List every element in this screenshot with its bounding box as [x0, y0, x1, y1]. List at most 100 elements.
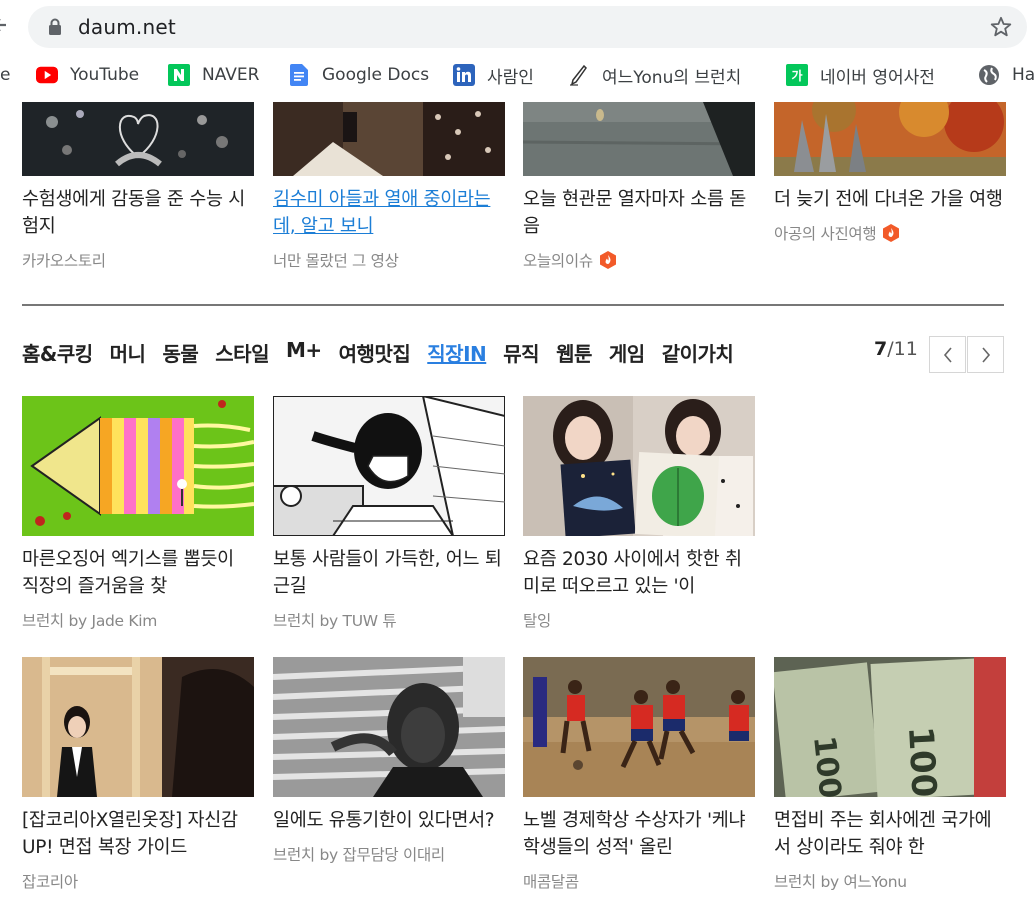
source-label: 브런치 by 잡무담당 이대리: [273, 846, 445, 864]
card-title[interactable]: 보통 사람들이 가득한, 어느 퇴근길: [273, 546, 505, 600]
card-title[interactable]: 김수미 아들과 열애 중이라는데, 알고 보니: [273, 186, 505, 240]
news-card[interactable]: 노벨 경제학상 수상자가 '케냐 학생들의 성적' 올린 매콤달콤: [523, 657, 755, 892]
url-text: daum.net: [78, 15, 176, 39]
news-card[interactable]: 10000 10000 면접비 주는 회사에겐 국가에서 상이라도 줘야 한 브…: [774, 657, 1006, 892]
card-thumbnail: [273, 396, 505, 536]
bookmark-label: 사람인: [487, 67, 534, 88]
card-thumbnail: [22, 102, 254, 176]
naver-dict-icon: 가: [786, 64, 808, 86]
lock-icon: [49, 18, 61, 35]
daum-content: 수험생에게 감동을 준 수능 시험지 카카오스토리 김수미 아들과 열애 중이라…: [0, 102, 1034, 912]
card-thumbnail: [774, 102, 1006, 176]
hot-badge-icon: [883, 224, 900, 242]
card-title[interactable]: [잡코리아X열린옷장] 자신감 UP! 면접 복장 가이드: [22, 807, 254, 861]
card-title[interactable]: 더 늦기 전에 다녀온 가을 여행: [774, 186, 1006, 213]
source-label: 브런치 by 여느Yonu: [774, 873, 907, 891]
youtube-icon: [36, 64, 58, 86]
bookmark-saramin[interactable]: 사람인: [453, 58, 534, 92]
tab-together-value[interactable]: 같이가치: [662, 338, 734, 368]
bookmarks-bar: e YouTube NAVER Google Docs 사람인 여느Yonu의 …: [0, 58, 1034, 92]
news-card[interactable]: 오늘 현관문 열자마자 소름 돋음 오늘의이슈: [523, 102, 755, 271]
tab-money[interactable]: 머니: [110, 338, 146, 368]
card-title[interactable]: 요즘 2030 사이에서 핫한 취미로 떠오르고 있는 '이: [523, 546, 755, 600]
card-thumbnail: [273, 657, 505, 797]
source-label: 매콤달콤: [523, 873, 579, 891]
page-indicator: 7/11: [874, 338, 918, 360]
bookmark-brunch[interactable]: 여느Yonu의 브런치: [568, 58, 741, 92]
news-card[interactable]: 김수미 아들과 열애 중이라는데, 알고 보니 너만 몰랐던 그 영상: [273, 102, 505, 271]
bookmark-star-icon[interactable]: [989, 15, 1013, 39]
address-bar[interactable]: daum.net: [28, 6, 1027, 48]
tab-style[interactable]: 스타일: [215, 338, 269, 368]
news-card[interactable]: 일에도 유통기한이 있다면서? 브런치 by 잡무담당 이대리: [273, 657, 505, 865]
chevron-right-icon: [981, 346, 990, 363]
card-title[interactable]: 노벨 경제학상 수상자가 '케냐 학생들의 성적' 올린: [523, 807, 755, 861]
browser-chrome: daum.net e YouTube NAVER Google Docs 사람인…: [0, 0, 1034, 102]
bookmark-ha[interactable]: Ha: [978, 58, 1034, 92]
card-source: 오늘의이슈: [523, 249, 755, 271]
card-source: 잡코리아: [22, 870, 254, 892]
news-card[interactable]: 수험생에게 감동을 준 수능 시험지 카카오스토리: [22, 102, 254, 271]
card-source: 브런치 by 잡무담당 이대리: [273, 843, 505, 865]
tab-animals[interactable]: 동물: [162, 338, 198, 368]
tab-webtoon[interactable]: 웹툰: [556, 338, 592, 368]
hot-badge-icon: [599, 251, 616, 269]
prev-page-button[interactable]: [929, 336, 966, 373]
bookmark-label: 여느Yonu의 브런치: [602, 67, 742, 88]
card-source: 브런치 by 여느Yonu: [774, 870, 1006, 892]
tab-music[interactable]: 뮤직: [503, 338, 539, 368]
section-divider: [22, 304, 1004, 306]
bookmark-naver[interactable]: NAVER: [168, 58, 259, 92]
money-numeral: 10000: [900, 725, 946, 797]
next-page-button[interactable]: [967, 336, 1004, 373]
source-label: 브런치 by Jade Kim: [22, 612, 158, 630]
bookmark-google-docs[interactable]: Google Docs: [288, 58, 429, 92]
card-title[interactable]: 마른오징어 엑기스를 뽑듯이 직장의 즐거움을 찾: [22, 546, 254, 600]
card-source: 아공의 사진여행: [774, 222, 1006, 244]
card-thumbnail: 10000 10000: [774, 657, 1006, 797]
news-card[interactable]: [잡코리아X열린옷장] 자신감 UP! 면접 복장 가이드 잡코리아: [22, 657, 254, 892]
naver-icon: [168, 64, 190, 86]
card-title[interactable]: 수험생에게 감동을 준 수능 시험지: [22, 186, 254, 240]
tab-travel-food[interactable]: 여행맛집: [339, 338, 411, 368]
tab-work-in[interactable]: 직장IN: [427, 338, 486, 368]
card-thumbnail: [523, 102, 755, 176]
back-arrow-icon[interactable]: [0, 12, 8, 38]
card-title[interactable]: 오늘 현관문 열자마자 소름 돋음: [523, 186, 755, 240]
bookmark-label: Google Docs: [322, 65, 430, 85]
source-label: 브런치 by TUW 튜: [273, 612, 397, 630]
card-source: 매콤달콤: [523, 870, 755, 892]
card-thumbnail: [523, 657, 755, 797]
news-card[interactable]: 마른오징어 엑기스를 뽑듯이 직장의 즐거움을 찾 브런치 by Jade Ki…: [22, 396, 254, 631]
tab-game[interactable]: 게임: [609, 338, 645, 368]
card-source: 카카오스토리: [22, 249, 254, 271]
card-thumbnail: [273, 102, 505, 176]
source-label: 아공의 사진여행: [774, 225, 877, 243]
brunch-pen-icon: [568, 64, 590, 86]
news-card[interactable]: 더 늦기 전에 다녀온 가을 여행 아공의 사진여행: [774, 102, 1006, 244]
card-title[interactable]: 일에도 유통기한이 있다면서?: [273, 807, 505, 834]
bookmark-label: Ha: [1012, 65, 1034, 85]
source-label: 카카오스토리: [22, 252, 106, 270]
bookmark-label: 네이버 영어사전: [820, 67, 935, 88]
tab-m-plus[interactable]: M+: [286, 338, 322, 368]
news-card[interactable]: 보통 사람들이 가득한, 어느 퇴근길 브런치 by TUW 튜: [273, 396, 505, 631]
source-label: 너만 몰랐던 그 영상: [273, 252, 399, 270]
linkedin-icon: [453, 64, 475, 86]
news-card[interactable]: 요즘 2030 사이에서 핫한 취미로 떠오르고 있는 '이 탈잉: [523, 396, 755, 631]
source-label: 탈잉: [523, 612, 551, 630]
bookmark-youtube[interactable]: YouTube: [36, 58, 139, 92]
card-title[interactable]: 면접비 주는 회사에겐 국가에서 상이라도 줘야 한: [774, 807, 1006, 861]
bookmark-item[interactable]: e: [0, 58, 10, 92]
card-source: 브런치 by Jade Kim: [22, 609, 254, 631]
bookmark-label: YouTube: [70, 65, 140, 85]
bookmark-naver-dict[interactable]: 가 네이버 영어사전: [786, 58, 935, 92]
card-thumbnail: [523, 396, 755, 536]
chevron-left-icon: [943, 346, 952, 363]
tab-home-cooking[interactable]: 홈&쿠킹: [22, 338, 93, 368]
svg-text:가: 가: [791, 68, 802, 83]
page-current: 7: [874, 338, 888, 360]
card-source: 너만 몰랐던 그 영상: [273, 249, 505, 271]
card-source: 브런치 by TUW 튜: [273, 609, 505, 631]
card-thumbnail: [22, 396, 254, 536]
